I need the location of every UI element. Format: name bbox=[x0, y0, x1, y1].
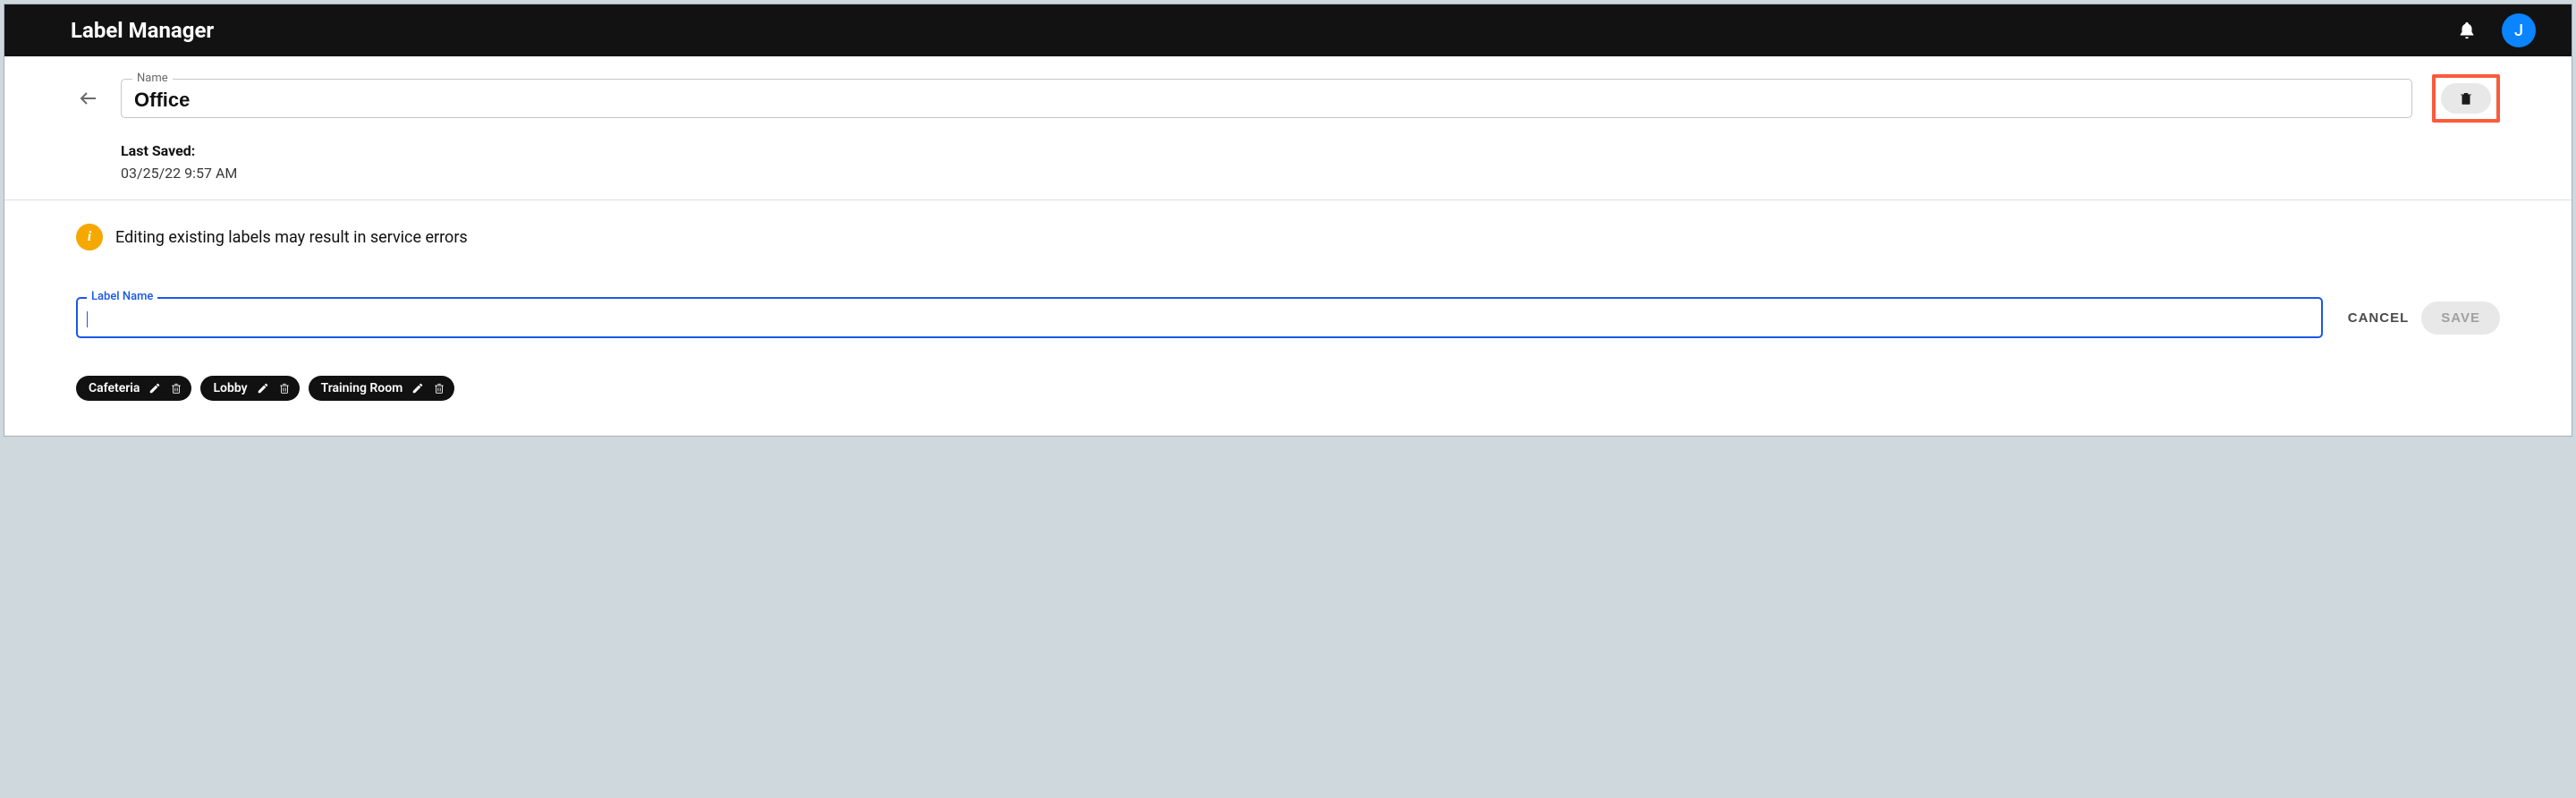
app-header: Label Manager J bbox=[4, 4, 2572, 56]
chip-delete-button[interactable] bbox=[170, 382, 182, 395]
label-name-field[interactable]: Label Name bbox=[76, 297, 2323, 338]
notifications-icon[interactable] bbox=[2457, 21, 2477, 40]
label-name-row: Label Name CANCEL SAVE bbox=[76, 297, 2500, 338]
last-saved-label: Last Saved: bbox=[121, 142, 2500, 159]
label-chip: Cafeteria bbox=[76, 376, 191, 401]
name-field[interactable]: Name bbox=[121, 79, 2412, 118]
chip-label: Cafeteria bbox=[89, 381, 140, 395]
last-saved: Last Saved: 03/25/22 9:57 AM bbox=[121, 142, 2500, 182]
label-chip: Training Room bbox=[309, 376, 455, 401]
page-title: Label Manager bbox=[71, 18, 214, 43]
chip-label: Training Room bbox=[321, 381, 403, 395]
chip-edit-button[interactable] bbox=[148, 382, 161, 395]
delete-button[interactable] bbox=[2441, 83, 2491, 114]
header-actions: J bbox=[2457, 13, 2536, 47]
save-button[interactable]: SAVE bbox=[2421, 301, 2500, 335]
info-banner: i Editing existing labels may result in … bbox=[76, 224, 2500, 250]
chip-delete-button[interactable] bbox=[433, 382, 445, 395]
app-window: Label Manager J Name Last Saved: bbox=[4, 4, 2572, 437]
delete-highlight bbox=[2432, 74, 2500, 123]
label-edit-section: i Editing existing labels may result in … bbox=[4, 200, 2572, 419]
label-chips: Cafeteria Lobby Training Room bbox=[76, 376, 2500, 401]
name-field-label: Name bbox=[132, 72, 173, 85]
pencil-icon bbox=[411, 382, 424, 395]
pencil-icon bbox=[257, 382, 269, 395]
label-header-section: Name Last Saved: 03/25/22 9:57 AM bbox=[4, 56, 2572, 200]
chip-edit-button[interactable] bbox=[257, 382, 269, 395]
trash-icon bbox=[433, 382, 445, 395]
info-icon: i bbox=[76, 224, 103, 250]
chip-delete-button[interactable] bbox=[278, 382, 291, 395]
back-button[interactable] bbox=[76, 86, 101, 111]
chip-label: Lobby bbox=[213, 381, 247, 395]
info-text: Editing existing labels may result in se… bbox=[115, 228, 468, 247]
cancel-button[interactable]: CANCEL bbox=[2348, 310, 2410, 326]
label-name-label: Label Name bbox=[87, 290, 157, 303]
arrow-left-icon bbox=[78, 88, 99, 109]
avatar[interactable]: J bbox=[2502, 13, 2536, 47]
label-name-input[interactable] bbox=[87, 311, 2312, 327]
trash-icon bbox=[170, 382, 182, 395]
chip-edit-button[interactable] bbox=[411, 382, 424, 395]
title-row: Name bbox=[76, 74, 2500, 123]
trash-icon bbox=[278, 382, 291, 395]
last-saved-value: 03/25/22 9:57 AM bbox=[121, 165, 2500, 182]
text-caret bbox=[87, 311, 88, 327]
form-actions: CANCEL SAVE bbox=[2348, 301, 2500, 335]
name-input[interactable] bbox=[134, 89, 2399, 112]
label-chip: Lobby bbox=[200, 376, 299, 401]
pencil-icon bbox=[148, 382, 161, 395]
trash-icon bbox=[2458, 90, 2474, 106]
